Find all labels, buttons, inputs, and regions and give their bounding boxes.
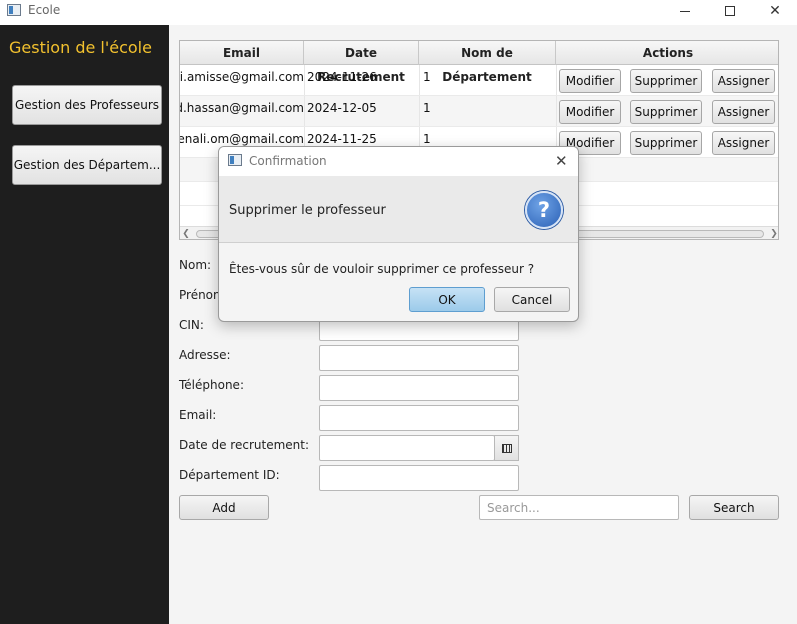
dialog-titlebar: Confirmation ✕ (219, 147, 578, 176)
cell-department: 1 (423, 70, 431, 84)
email-field[interactable] (319, 405, 519, 431)
minimize-icon (680, 10, 690, 12)
close-icon[interactable]: ✕ (555, 152, 568, 170)
table-header: Email Date Recrutement Nom de Départemen… (180, 41, 778, 84)
chevron-left-icon[interactable]: ❮ (180, 227, 192, 239)
column-divider (556, 65, 557, 95)
column-header-date[interactable]: Date Recrutement (304, 41, 419, 84)
chevron-right-icon[interactable]: ❯ (768, 227, 778, 239)
close-window-button[interactable]: ✕ (752, 0, 797, 22)
calendar-icon (501, 443, 512, 453)
delete-button[interactable]: Supprimer (630, 69, 702, 93)
cell-email: sara.benali.om@gmail.com (180, 132, 304, 146)
delete-button[interactable]: Supprimer (630, 131, 702, 155)
telephone-field[interactable] (319, 375, 519, 401)
window-title: Ecole (28, 3, 61, 17)
sidebar: Gestion de l'école Gestion des Professeu… (0, 25, 169, 624)
maximize-icon (725, 6, 735, 16)
dialog-title: Confirmation (249, 154, 327, 168)
cancel-button[interactable]: Cancel (494, 287, 570, 312)
table-row[interactable]: ouahbi.amisse@gmail.com 2024-11-26 1 Mod… (180, 65, 778, 96)
search-button[interactable]: Search (689, 495, 779, 520)
adresse-field[interactable] (319, 345, 519, 371)
question-icon: ? (525, 191, 563, 229)
sidebar-item-departements[interactable]: Gestion des Départem... (12, 145, 162, 185)
modify-button[interactable]: Modifier (559, 100, 621, 124)
dialog-message: Êtes-vous sûr de vouloir supprimer ce pr… (229, 262, 535, 276)
cell-department: 1 (423, 132, 431, 146)
app-window-icon (228, 154, 242, 166)
dialog-header: Supprimer le professeur ? (219, 176, 578, 243)
app-window-icon (7, 4, 21, 16)
delete-button[interactable]: Supprimer (630, 100, 702, 124)
column-divider (304, 65, 305, 95)
close-icon: ✕ (769, 3, 781, 19)
assign-button[interactable]: Assigner (712, 131, 775, 155)
column-divider (419, 96, 420, 126)
sidebar-title: Gestion de l'école (9, 38, 152, 57)
assign-button[interactable]: Assigner (712, 69, 775, 93)
modify-button[interactable]: Modifier (559, 69, 621, 93)
ok-button[interactable]: OK (409, 287, 485, 312)
confirmation-dialog: Confirmation ✕ Supprimer le professeur ?… (218, 146, 579, 322)
label-adresse: Adresse: (179, 348, 231, 362)
add-button[interactable]: Add (179, 495, 269, 520)
label-date-recrutement: Date de recrutement: (179, 438, 310, 452)
maximize-button[interactable] (707, 0, 753, 22)
cell-department: 1 (423, 101, 431, 115)
column-divider (304, 96, 305, 126)
date-picker-button[interactable] (494, 435, 519, 461)
label-nom: Nom: (179, 258, 212, 272)
sidebar-item-professeurs[interactable]: Gestion des Professeurs (12, 85, 162, 125)
cell-email: ahmed.hassan@gmail.com (180, 101, 304, 115)
window-titlebar: Ecole ✕ (0, 0, 797, 25)
minimize-button[interactable] (662, 0, 708, 22)
cell-email: ouahbi.amisse@gmail.com (180, 70, 304, 84)
label-departement-id: Département ID: (179, 468, 280, 482)
cell-date: 2024-11-25 (307, 132, 377, 146)
date-recrutement-field[interactable] (319, 435, 495, 461)
label-cin: CIN: (179, 318, 204, 332)
column-divider (556, 96, 557, 126)
cell-date: 2024-12-05 (307, 101, 377, 115)
dialog-header-text: Supprimer le professeur (229, 203, 386, 218)
label-email: Email: (179, 408, 217, 422)
table-row[interactable]: ahmed.hassan@gmail.com 2024-12-05 1 Modi… (180, 96, 778, 127)
departement-id-field[interactable] (319, 465, 519, 491)
column-header-email[interactable]: Email (180, 41, 304, 65)
cell-date: 2024-11-26 (307, 70, 377, 84)
column-divider (419, 65, 420, 95)
column-header-department[interactable]: Nom de Département (419, 41, 556, 84)
search-input[interactable] (479, 495, 679, 520)
assign-button[interactable]: Assigner (712, 100, 775, 124)
label-telephone: Téléphone: (179, 378, 244, 392)
column-header-actions[interactable]: Actions (556, 41, 778, 65)
